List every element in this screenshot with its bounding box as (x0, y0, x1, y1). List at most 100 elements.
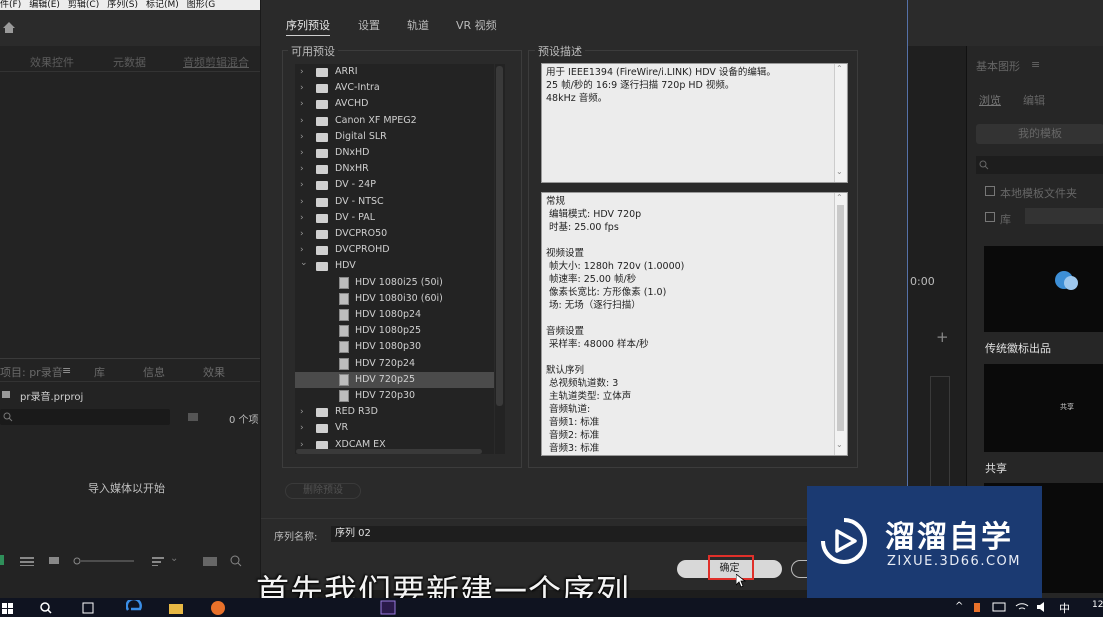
preset-tree-scrollbar[interactable] (496, 66, 503, 406)
chevron-right-icon[interactable]: › (300, 404, 308, 420)
tab-effect-controls[interactable]: 效果控件 (30, 54, 74, 70)
chevron-right-icon[interactable]: › (300, 226, 308, 242)
scroll-down-icon[interactable]: ⌄ (836, 440, 843, 449)
summary-scrollbar[interactable]: ⌃ ⌄ (834, 64, 846, 182)
template-search-input[interactable] (976, 156, 1103, 174)
tab-settings[interactable]: 设置 (358, 17, 380, 33)
file-explorer-icon[interactable] (168, 601, 184, 615)
chevron-right-icon[interactable]: › (300, 64, 308, 80)
chevron-right-icon[interactable]: › (300, 420, 308, 436)
preset-folder[interactable]: › VR (295, 420, 494, 436)
network-icon[interactable] (992, 602, 1006, 612)
add-button-icon[interactable]: + (936, 328, 949, 346)
tab-project[interactable]: 项目: pr录音 (0, 364, 63, 380)
preset-item[interactable]: HDV 1080i30 (60i) (295, 291, 494, 307)
ime-indicator[interactable]: 中 (1059, 600, 1070, 616)
tab-vr-video[interactable]: VR 视频 (456, 17, 497, 33)
preset-folder[interactable]: › Digital SLR (295, 129, 494, 145)
library-checkbox[interactable] (985, 212, 995, 222)
tab-audio-clip-mixer[interactable]: 音频剪辑混合 (183, 54, 249, 70)
chevron-right-icon[interactable]: › (300, 194, 308, 210)
icon-view-icon[interactable] (48, 556, 60, 566)
edge-browser-icon[interactable] (126, 600, 142, 615)
search-icon[interactable] (40, 602, 52, 614)
preset-item[interactable]: HDV 720p24 (295, 356, 494, 372)
details-scrollbar[interactable]: ⌃ ⌄ (834, 193, 846, 455)
chevron-right-icon[interactable]: › (300, 129, 308, 145)
menu-graphics[interactable]: 图形(G (187, 0, 216, 10)
preset-folder[interactable]: ⌄ HDV (295, 258, 494, 274)
chevron-down-icon[interactable]: ⌄ (300, 255, 308, 271)
tab-effects[interactable]: 效果 (203, 364, 225, 380)
preset-folder[interactable]: › DVCPRO50 (295, 226, 494, 242)
tab-edit[interactable]: 编辑 (1023, 92, 1045, 108)
details-scroll-thumb[interactable] (837, 205, 844, 431)
local-templates-checkbox[interactable] (985, 186, 995, 196)
list-view-icon[interactable] (20, 557, 34, 566)
library-dropdown[interactable] (1025, 208, 1103, 224)
chevron-right-icon[interactable]: › (300, 210, 308, 226)
template-thumbnail-1[interactable] (984, 246, 1103, 332)
windows-start-icon[interactable] (2, 603, 13, 614)
sort-dropdown-icon[interactable]: ⌄ (170, 553, 178, 564)
zoom-slider[interactable] (72, 557, 136, 565)
preset-folder[interactable]: › DVCPROHD (295, 242, 494, 258)
tab-sequence-presets[interactable]: 序列预设 (286, 17, 330, 36)
scroll-up-icon[interactable]: ⌃ (836, 193, 843, 202)
chevron-right-icon[interactable]: › (300, 145, 308, 161)
system-tray-expand-icon[interactable]: ^ (955, 601, 963, 612)
menu-sequence[interactable]: 序列(S) (107, 0, 138, 10)
menu-clip[interactable]: 剪辑(C) (68, 0, 99, 10)
tray-app-icon[interactable] (972, 601, 982, 613)
preset-item[interactable]: HDV 720p30 (295, 388, 494, 404)
tab-browse[interactable]: 浏览 (979, 92, 1001, 108)
preset-folder[interactable]: › Canon XF MPEG2 (295, 113, 494, 129)
tab-metadata[interactable]: 元数据 (113, 54, 146, 70)
tab-info[interactable]: 信息 (143, 364, 165, 380)
preset-item[interactable]: HDV 720p25 (295, 371, 494, 388)
premiere-icon[interactable] (380, 600, 396, 615)
preset-folder[interactable]: › DV - PAL (295, 210, 494, 226)
tab-libraries[interactable]: 库 (94, 364, 105, 380)
chevron-right-icon[interactable]: › (300, 96, 308, 112)
volume-icon[interactable] (1036, 601, 1050, 613)
preset-item[interactable]: HDV 1080i25 (50i) (295, 275, 494, 291)
home-icon[interactable] (2, 21, 16, 34)
preset-folder[interactable]: › DNxHR (295, 161, 494, 177)
my-templates-button[interactable]: 我的模板 (976, 124, 1103, 144)
sort-icon[interactable] (152, 557, 164, 566)
preset-item[interactable]: HDV 1080p24 (295, 307, 494, 323)
project-search-input[interactable] (0, 409, 170, 425)
wifi-icon[interactable] (1015, 601, 1029, 613)
preset-folder[interactable]: › RED R3D (295, 404, 494, 420)
find-icon[interactable] (230, 555, 242, 567)
tab-tracks[interactable]: 轨道 (407, 17, 429, 33)
menu-marker[interactable]: 标记(M) (146, 0, 179, 10)
preset-item[interactable]: HDV 1080p30 (295, 339, 494, 355)
chevron-right-icon[interactable]: › (300, 177, 308, 193)
bin-icon[interactable] (188, 413, 198, 421)
menu-edit[interactable]: 编辑(E) (29, 0, 60, 10)
firefox-icon[interactable] (210, 600, 226, 615)
automate-icon[interactable] (203, 557, 217, 566)
preset-tree-hscrollbar[interactable] (296, 449, 482, 454)
tab-project-menu-icon[interactable]: ≡ (62, 364, 71, 377)
preset-folder[interactable]: › DV - NTSC (295, 194, 494, 210)
scroll-down-icon[interactable]: ⌄ (836, 167, 843, 176)
menu-file[interactable]: 件(F) (0, 0, 21, 10)
panel-menu-icon[interactable]: ≡ (1031, 58, 1040, 71)
pencil-icon[interactable] (0, 555, 6, 565)
sequence-name-input[interactable]: 序列 02 (331, 526, 811, 542)
clock[interactable]: 12 (1092, 600, 1103, 610)
scroll-up-icon[interactable]: ⌃ (836, 64, 843, 73)
delete-preset-button[interactable]: 删除预设 (285, 483, 361, 499)
preset-item[interactable]: HDV 1080p25 (295, 323, 494, 339)
preset-folder[interactable]: › DV - 24P (295, 177, 494, 193)
chevron-right-icon[interactable]: › (300, 161, 308, 177)
chevron-right-icon[interactable]: › (300, 113, 308, 129)
preset-folder[interactable]: › AVCHD (295, 96, 494, 112)
template-thumbnail-2[interactable]: 共享 (984, 364, 1103, 452)
preset-folder[interactable]: › AVC-Intra (295, 80, 494, 96)
task-view-icon[interactable] (80, 602, 96, 614)
preset-folder[interactable]: › ARRI (295, 64, 494, 80)
